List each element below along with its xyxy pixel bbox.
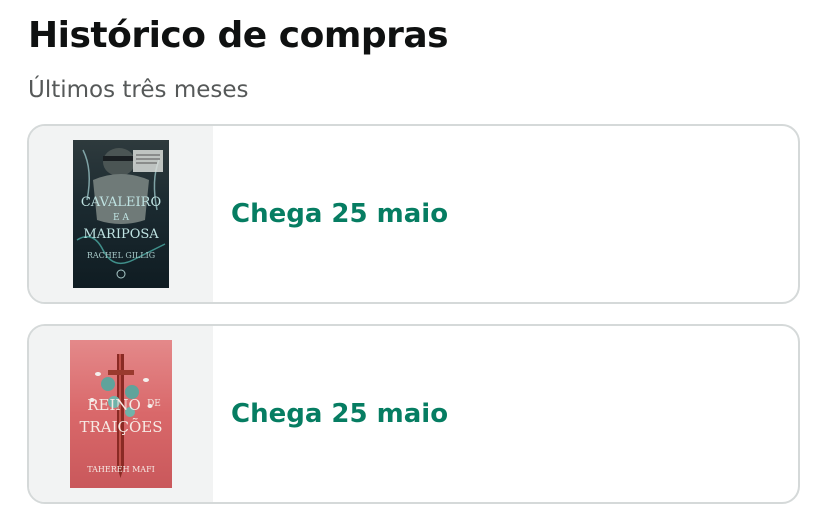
order-card[interactable]: CAVALEIRO E A MARIPOSA RACHEL GILLIG Che… <box>27 124 800 304</box>
product-thumbnail-area: REINO DE TRAIÇÕES TAHEREH MAFI <box>29 326 213 502</box>
cover-title-line2: E A <box>113 213 129 223</box>
cover-author: TAHEREH MAFI <box>87 465 155 474</box>
delivery-status: Chega 25 maio <box>231 399 449 429</box>
book-cover-image: REINO DE TRAIÇÕES TAHEREH MAFI <box>70 340 172 488</box>
page-title: Histórico de compras <box>28 15 449 56</box>
book-cover-image: CAVALEIRO E A MARIPOSA RACHEL GILLIG <box>73 140 169 288</box>
cover-title-line1: CAVALEIRO <box>81 195 161 210</box>
order-card[interactable]: REINO DE TRAIÇÕES TAHEREH MAFI Chega 25 … <box>27 324 800 504</box>
delivery-status: Chega 25 maio <box>231 199 449 229</box>
cover-title-line2: TRAIÇÕES <box>79 418 162 436</box>
product-thumbnail-area: CAVALEIRO E A MARIPOSA RACHEL GILLIG <box>29 126 213 302</box>
cover-title-line1: REINO <box>87 396 141 414</box>
cover-author: RACHEL GILLIG <box>87 251 155 260</box>
cover-title-line3: MARIPOSA <box>83 227 159 242</box>
page-subtitle: Últimos três meses <box>28 77 249 103</box>
cover-title-line1b: DE <box>147 399 161 409</box>
